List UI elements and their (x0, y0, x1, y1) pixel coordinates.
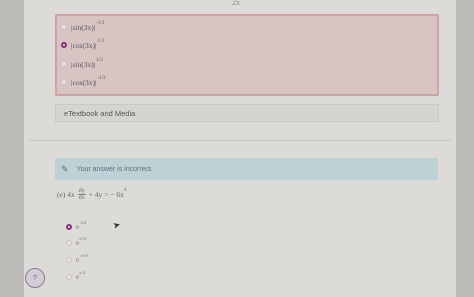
etextbook-media-button[interactable]: eTextbook and Media (55, 104, 439, 122)
option-formula: e -x²/4 (76, 253, 88, 264)
help-button[interactable]: ? (25, 268, 45, 288)
radio-icon[interactable] (61, 24, 67, 30)
choice-3[interactable]: |sin(3x)| 1/3 (61, 57, 103, 71)
choice-formula: |cos(3x)| 1/3 (71, 38, 104, 50)
radio-icon[interactable] (66, 240, 72, 246)
question-prefix: (e) 4x (57, 190, 75, 199)
choice-2[interactable]: |cos(3x)| 1/3 (61, 38, 104, 52)
previous-answer-panel: |sin(3x)| -1/3 |cos(3x)| 1/3 |sin(3x)| 1/3 … (55, 14, 439, 96)
choice-formula: |cos(3x)| -1/3 (71, 75, 106, 87)
pencil-icon: ✎ (61, 163, 69, 174)
incorrect-alert: ✎ Your answer is incorrect. (55, 158, 438, 180)
choice-4[interactable]: |cos(3x)| -1/3 (61, 75, 106, 89)
option-formula: e -x/4 (76, 220, 87, 231)
choice-formula: |sin(3x)| -1/3 (71, 20, 105, 32)
choice-1[interactable]: |sin(3x)| -1/3 (61, 20, 104, 34)
option-1[interactable]: e -x/4 (66, 220, 86, 234)
top-stub-text: 2x (232, 0, 240, 7)
derivative-fraction: dy dx (77, 188, 86, 201)
choice-formula: |sin(3x)| 1/3 (71, 57, 103, 69)
option-formula: e x²/4 (76, 236, 87, 247)
option-formula: e x/4 (76, 270, 85, 281)
option-4[interactable]: e x/4 (66, 270, 85, 284)
radio-icon[interactable] (61, 79, 67, 85)
option-2[interactable]: e x²/4 (66, 236, 86, 250)
option-3[interactable]: e -x²/4 (66, 253, 88, 267)
radio-selected-icon[interactable] (66, 224, 72, 230)
radio-selected-icon[interactable] (61, 42, 67, 48)
radio-icon[interactable] (66, 274, 72, 280)
question-rest: + 4y = − 6x4 (88, 187, 127, 200)
radio-icon[interactable] (61, 61, 67, 67)
question-text: (e) 4x dy dx + 4y = − 6x4 (57, 187, 127, 202)
section-divider (28, 140, 452, 141)
alert-text: Your answer is incorrect. (76, 165, 153, 173)
radio-icon[interactable] (66, 257, 72, 263)
help-icon: ? (33, 274, 37, 282)
frac-denominator: dx (78, 195, 85, 201)
